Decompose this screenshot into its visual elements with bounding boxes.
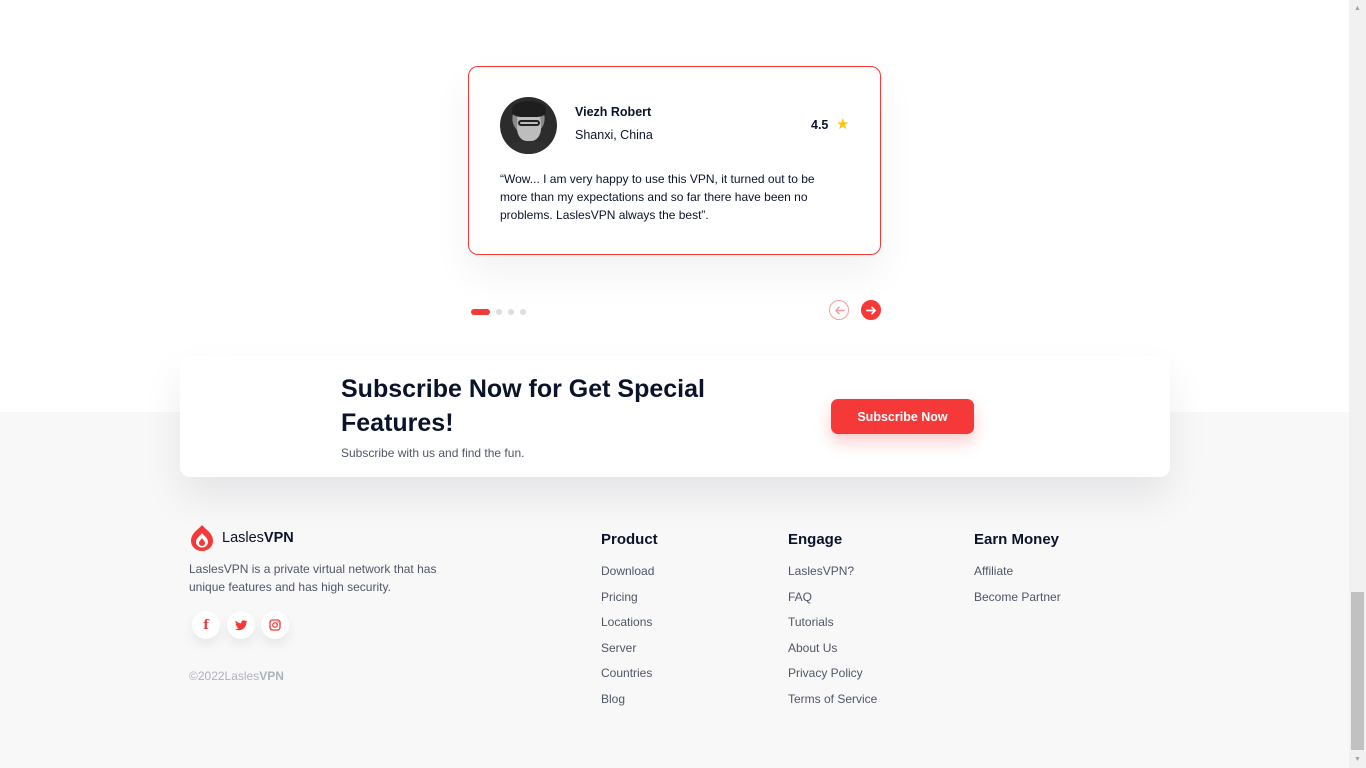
instagram-icon <box>269 619 281 631</box>
footer-link-countries[interactable]: Countries <box>601 666 654 692</box>
arrow-right-icon <box>865 305 876 315</box>
brand-name-light: Lasles <box>222 530 264 546</box>
testimonial-card: Viezh Robert Shanxi, China 4.5 ★ “Wow...… <box>468 66 881 255</box>
footer-link-tutorials[interactable]: Tutorials <box>788 615 877 641</box>
footer-link-blog[interactable]: Blog <box>601 692 654 718</box>
twitter-link[interactable] <box>227 611 255 639</box>
scrollbar-thumb[interactable] <box>1351 592 1364 750</box>
subscribe-button[interactable]: Subscribe Now <box>831 399 974 434</box>
reviewer-avatar <box>500 97 557 154</box>
brand-name-bold: VPN <box>263 530 294 546</box>
facebook-link[interactable]: f <box>192 611 220 639</box>
scroll-up-arrow-icon[interactable]: ▲ <box>1349 0 1366 17</box>
footer-link-laslesvpn[interactable]: LaslesVPN? <box>788 564 877 590</box>
slider-dot-1[interactable] <box>471 309 490 315</box>
footer-link-faq[interactable]: FAQ <box>788 590 877 616</box>
brand-name[interactable]: LaslesVPN <box>222 530 294 546</box>
footer-col-earn-money-title: Earn Money <box>974 531 1060 548</box>
slider-dot-3[interactable] <box>508 309 514 315</box>
footer-col-product-title: Product <box>601 531 658 548</box>
star-icon: ★ <box>836 116 850 133</box>
footer-col-earn-money-links: Affiliate Become Partner <box>974 564 1061 615</box>
footer-link-privacy-policy[interactable]: Privacy Policy <box>788 666 877 692</box>
footer-col-engage-links: LaslesVPN? FAQ Tutorials About Us Privac… <box>788 564 877 717</box>
instagram-link[interactable] <box>261 611 289 639</box>
rating-value: 4.5 <box>811 118 829 132</box>
footer-link-terms-of-service[interactable]: Terms of Service <box>788 692 877 718</box>
scroll-down-arrow-icon[interactable]: ▼ <box>1349 751 1366 768</box>
slider-next-button[interactable] <box>861 300 881 320</box>
arrow-left-icon <box>834 306 845 314</box>
subscribe-banner: Subscribe Now for Get Special Features! … <box>180 356 1170 477</box>
slider-dot-2[interactable] <box>496 309 502 315</box>
footer-link-server[interactable]: Server <box>601 641 654 667</box>
brand-description: LaslesVPN is a private virtual network t… <box>189 562 437 594</box>
copyright-bold: VPN <box>259 669 284 683</box>
footer-link-download[interactable]: Download <box>601 564 654 590</box>
slider-pagination <box>471 309 532 315</box>
footer-col-engage-title: Engage <box>788 531 843 548</box>
copyright-prefix: ©2022Lasles <box>189 669 260 683</box>
footer-link-pricing[interactable]: Pricing <box>601 590 654 616</box>
copyright-text: ©2022LaslesVPN <box>189 669 284 683</box>
footer-link-locations[interactable]: Locations <box>601 615 654 641</box>
logo-icon[interactable] <box>189 524 215 552</box>
subscribe-title: Subscribe Now for Get Special Features! <box>341 375 705 437</box>
footer-link-affiliate[interactable]: Affiliate <box>974 564 1061 590</box>
footer-link-become-partner[interactable]: Become Partner <box>974 590 1061 616</box>
subscribe-text: Subscribe with us and find the fun. <box>341 446 525 460</box>
twitter-icon <box>234 619 247 630</box>
footer-link-about-us[interactable]: About Us <box>788 641 877 667</box>
testimonial-quote: “Wow... I am very happy to use this VPN,… <box>500 172 815 222</box>
footer-col-product-links: Download Pricing Locations Server Countr… <box>601 564 654 717</box>
reviewer-location: Shanxi, China <box>575 128 653 142</box>
slider-dot-4[interactable] <box>520 309 526 315</box>
page-scrollbar[interactable]: ▲ ▼ <box>1349 0 1366 768</box>
slider-prev-button[interactable] <box>829 300 849 320</box>
page-viewport: Viezh Robert Shanxi, China 4.5 ★ “Wow...… <box>0 0 1349 768</box>
facebook-icon: f <box>203 617 209 633</box>
reviewer-name: Viezh Robert <box>575 105 652 119</box>
